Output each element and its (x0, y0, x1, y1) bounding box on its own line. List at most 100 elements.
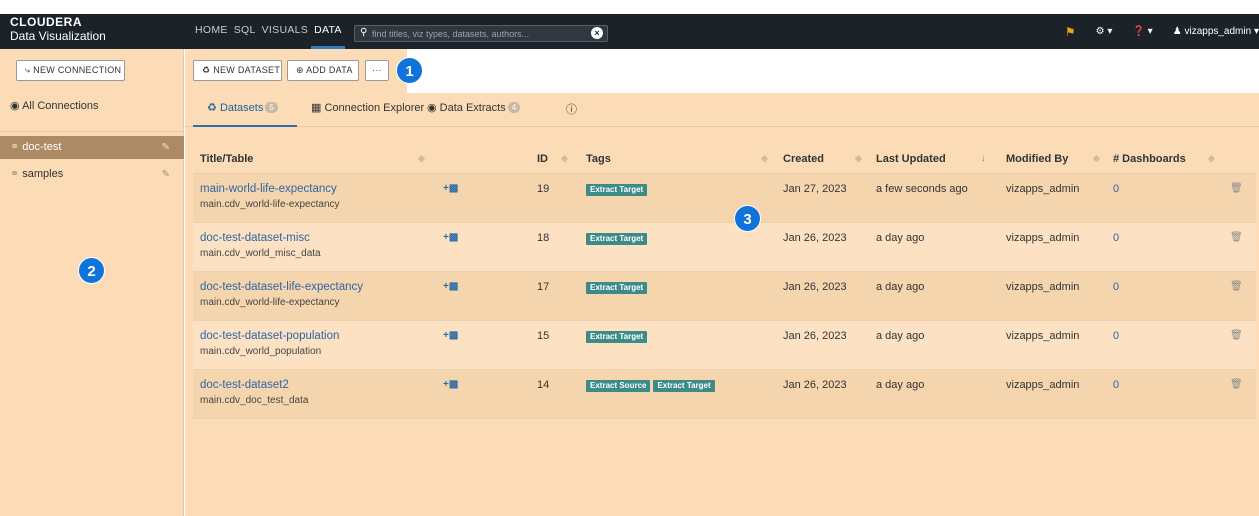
column-title[interactable]: Title/Table (200, 153, 253, 165)
search-box: ⚲ × (354, 25, 608, 42)
tab-datasets[interactable]: ♻ Datasets 5 (193, 101, 297, 127)
trash-icon[interactable]: 🗑 (1230, 232, 1243, 243)
plus-circle-icon: ⊕ (296, 65, 304, 75)
nav-data[interactable]: DATA (311, 14, 345, 49)
notifications-icon[interactable]: ⚑ (1065, 25, 1076, 39)
table-row: doc-test-dataset-life-expectancy main.cd… (193, 272, 1256, 321)
tag-badge: Extract Target (586, 282, 648, 294)
connection-icon: ⚭ (10, 141, 20, 153)
column-last-updated[interactable]: Last Updated (876, 153, 946, 165)
nav-visuals[interactable]: VISUALS (259, 14, 311, 49)
user-menu[interactable]: ♟ vizapps_admin ▾ (1173, 26, 1259, 37)
dataset-title-link[interactable]: doc-test-dataset-life-expectancy (200, 281, 363, 293)
tags-cell: Extract Source Extract Target (586, 379, 718, 392)
table-row: main-world-life-expectancy main.cdv_worl… (193, 174, 1256, 223)
brand-name: CLOUDERA (10, 15, 82, 29)
datasets-table: Title/Table ◆ ID ◆ Tags ◆ Created ◆ Last… (193, 147, 1256, 419)
tab-explorer-label: Connection Explorer (324, 102, 425, 114)
edit-icon[interactable]: ✎ (162, 136, 170, 159)
dataset-title-link[interactable]: main-world-life-expectancy (200, 183, 337, 195)
tab-connection-explorer[interactable]: ▦ Connection Explorer (311, 101, 424, 127)
trash-icon[interactable]: 🗑 (1230, 183, 1243, 194)
dashboards-count[interactable]: 0 (1113, 379, 1119, 391)
dataset-id: 14 (537, 379, 550, 391)
tab-datasets-label: Datasets (219, 102, 264, 114)
add-data-button[interactable]: ⊕ ADD DATA (287, 60, 359, 81)
main-content: ♻ NEW DATASET ⊕ ADD DATA ··· 1 ♻ Dataset… (185, 49, 1259, 516)
table-header: Title/Table ◆ ID ◆ Tags ◆ Created ◆ Last… (193, 147, 1256, 174)
help-icon[interactable]: ⓘ (566, 101, 577, 127)
last-updated: a day ago (876, 330, 925, 342)
dashboards-count[interactable]: 0 (1113, 232, 1119, 244)
column-tags[interactable]: Tags (586, 153, 611, 165)
toolbar: ♻ NEW DATASET ⊕ ADD DATA ··· 1 (185, 49, 1259, 93)
brand-logo[interactable]: CLOUDERA Data Visualization (10, 15, 106, 43)
dataset-id: 17 (537, 281, 550, 293)
table-row: doc-test-dataset2 main.cdv_doc_test_data… (193, 370, 1256, 419)
search-input[interactable] (372, 26, 587, 41)
toolbar-background (407, 49, 1259, 93)
dashboards-count[interactable]: 0 (1113, 183, 1119, 195)
last-updated: a day ago (876, 379, 925, 391)
column-modified-by[interactable]: Modified By (1006, 153, 1068, 165)
new-dashboard-icon[interactable]: +▩ (443, 183, 458, 194)
tag-badge: Extract Target (586, 184, 648, 196)
new-dashboard-icon[interactable]: +▩ (443, 330, 458, 341)
new-dashboard-icon[interactable]: +▩ (443, 232, 458, 243)
dataset-title-link[interactable]: doc-test-dataset2 (200, 379, 289, 391)
new-dashboard-icon[interactable]: +▩ (443, 379, 458, 390)
main-nav: HOME SQL VISUALS DATA (192, 14, 345, 49)
new-dataset-label: NEW DATASET (213, 65, 281, 75)
edit-icon[interactable]: ✎ (162, 163, 170, 186)
dataset-icon: ♻ (207, 102, 217, 114)
nav-sql[interactable]: SQL (231, 14, 259, 49)
connection-icon: ⚭ (10, 168, 20, 180)
dataset-title-link[interactable]: doc-test-dataset-misc (200, 232, 310, 244)
sort-icon[interactable]: ◆ (561, 153, 568, 164)
sidebar-divider (0, 131, 184, 132)
search-icon: ⚲ (360, 27, 368, 38)
column-id[interactable]: ID (537, 153, 548, 165)
cube-icon: ◉ (427, 102, 437, 114)
sort-icon[interactable]: ◆ (1093, 153, 1100, 164)
connection-item-doc-test[interactable]: ⚭ doc-test ✎ (0, 136, 184, 159)
column-created[interactable]: Created (783, 153, 824, 165)
more-options-button[interactable]: ··· (365, 60, 389, 81)
dashboards-count[interactable]: 0 (1113, 281, 1119, 293)
sort-icon[interactable]: ◆ (1208, 153, 1215, 164)
dataset-id: 15 (537, 330, 550, 342)
connection-icon: ⤷ (25, 65, 31, 75)
clear-search-icon[interactable]: × (591, 27, 603, 39)
connections-sidebar: ⤷ NEW CONNECTION ◉ All Connections ⚭ doc… (0, 49, 184, 516)
dataset-id: 19 (537, 183, 550, 195)
all-connections-link[interactable]: ◉ All Connections (10, 99, 99, 112)
trash-icon[interactable]: 🗑 (1230, 330, 1243, 341)
created-date: Jan 27, 2023 (783, 183, 847, 195)
gear-icon: ⚙ (1095, 26, 1105, 37)
connection-item-samples[interactable]: ⚭ samples ✎ (0, 163, 184, 186)
modified-by: vizapps_admin (1006, 330, 1080, 342)
new-connection-button[interactable]: ⤷ NEW CONNECTION (16, 60, 125, 81)
sort-icon[interactable]: ◆ (418, 153, 425, 164)
modified-by: vizapps_admin (1006, 183, 1080, 195)
dataset-table-name: main.cdv_world-life-expectancy (200, 297, 340, 308)
tab-data-extracts[interactable]: ◉ Data Extracts 4 (427, 101, 521, 127)
settings-menu[interactable]: ⚙ ▾ (1096, 26, 1113, 37)
dashboards-count[interactable]: 0 (1113, 330, 1119, 342)
new-dashboard-icon[interactable]: +▩ (443, 281, 458, 292)
trash-icon[interactable]: 🗑 (1230, 379, 1243, 390)
new-dataset-button[interactable]: ♻ NEW DATASET (193, 60, 282, 81)
dataset-title-link[interactable]: doc-test-dataset-population (200, 330, 339, 342)
help-menu[interactable]: ❓ ▾ (1132, 26, 1152, 37)
trash-icon[interactable]: 🗑 (1230, 281, 1243, 292)
sort-icon[interactable]: ◆ (855, 153, 862, 164)
column-dashboards[interactable]: # Dashboards (1113, 153, 1186, 165)
tags-cell: Extract Target (586, 330, 650, 343)
sort-icon[interactable]: ◆ (761, 153, 768, 164)
nav-home[interactable]: HOME (192, 14, 231, 49)
help-icon: ❓ (1132, 26, 1145, 37)
dataset-tabs: ♻ Datasets 5 ▦ Connection Explorer ◉ Data… (185, 93, 1259, 127)
sort-desc-icon[interactable]: ↓ (981, 153, 986, 163)
modified-by: vizapps_admin (1006, 232, 1080, 244)
last-updated: a day ago (876, 232, 925, 244)
